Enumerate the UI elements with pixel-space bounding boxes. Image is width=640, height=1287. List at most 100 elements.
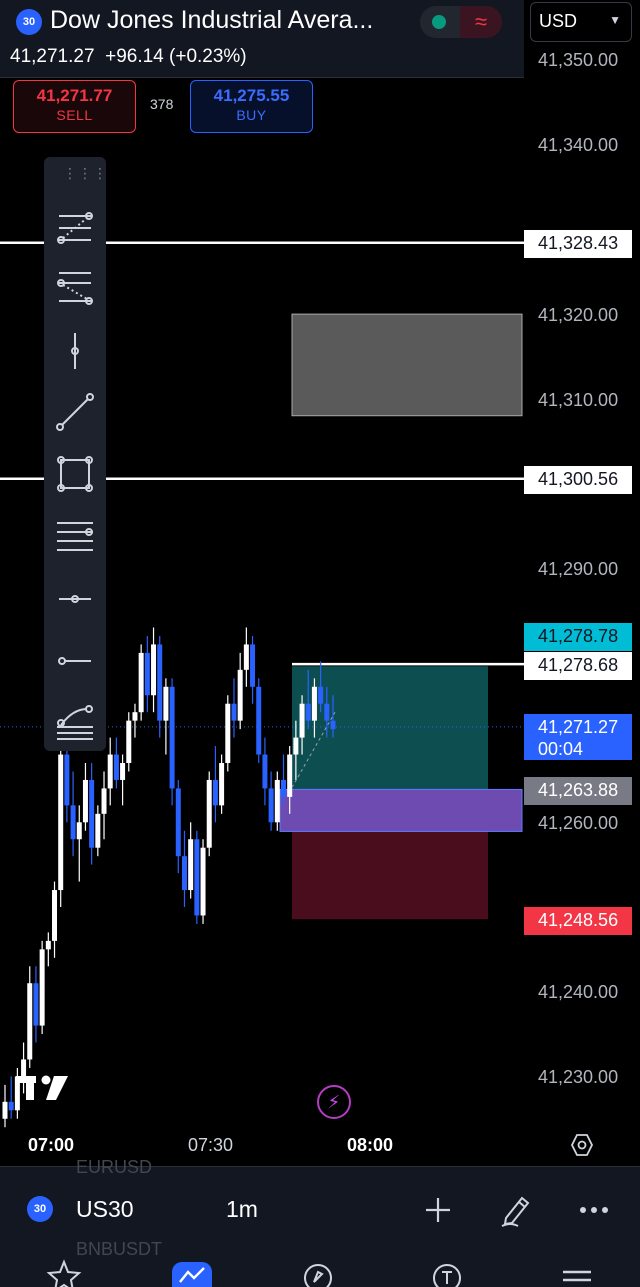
candle-body xyxy=(163,686,169,721)
drag-handle-icon[interactable]: ⋮⋮⋮ xyxy=(63,165,107,185)
entry-price-label[interactable]: 41,263.88 xyxy=(524,777,632,805)
candle-body xyxy=(107,754,113,789)
ray-icon[interactable] xyxy=(53,639,97,683)
candle-body xyxy=(274,779,280,823)
price-tick: 41,340.00 xyxy=(538,135,619,155)
sell-price: 41,271.77 xyxy=(36,86,113,105)
candle-body xyxy=(39,949,45,1026)
watchlist-star-icon[interactable] xyxy=(46,1258,82,1287)
chart-icon[interactable] xyxy=(174,1258,210,1287)
buy-price: 41,275.55 xyxy=(213,86,290,105)
trend-line-icon[interactable] xyxy=(53,390,97,434)
ideas-icon[interactable] xyxy=(429,1258,465,1287)
candle-body xyxy=(237,669,243,721)
market-status-pill[interactable]: ≈ xyxy=(420,6,502,38)
candle-body xyxy=(126,720,132,764)
candle-body xyxy=(225,703,231,764)
menu-icon[interactable] xyxy=(559,1258,595,1287)
candle-body xyxy=(45,940,51,950)
current-price-value: 41,271.27 xyxy=(538,717,619,737)
candle-body xyxy=(175,788,181,857)
parallel-channel-icon[interactable] xyxy=(53,515,97,559)
candle-body xyxy=(250,644,256,687)
candle-body xyxy=(89,779,95,848)
time-label: 07:30 xyxy=(188,1135,234,1155)
candle-body xyxy=(138,652,144,713)
price-tick: 41,310.00 xyxy=(538,390,619,410)
candle-body xyxy=(101,788,107,814)
symbol-title[interactable]: Dow Jones Industrial Avera... xyxy=(50,6,410,35)
target-price-label[interactable]: 41,278.78 xyxy=(524,623,632,651)
buy-label: BUY xyxy=(236,107,267,123)
candle-body xyxy=(157,644,163,721)
candle-body xyxy=(206,779,212,848)
data-delay-wave-icon: ≈ xyxy=(460,6,502,38)
rectangle-icon[interactable] xyxy=(53,452,97,496)
candle-body xyxy=(262,754,268,789)
hline-low-price-label[interactable]: 41,278.68 xyxy=(524,652,632,680)
explore-compass-icon[interactable] xyxy=(300,1258,336,1287)
tradingview-logo-icon xyxy=(16,1075,68,1100)
price-summary: 41,271.27 +96.14 (+0.23%) xyxy=(10,46,247,68)
candle-body xyxy=(311,686,317,721)
sell-label: SELL xyxy=(56,107,93,123)
candle-body xyxy=(318,686,324,704)
candle-body xyxy=(200,847,206,916)
candle-body xyxy=(33,983,39,1026)
sell-button[interactable]: 41,271.77 SELL xyxy=(13,80,136,133)
add-icon[interactable] xyxy=(420,1192,456,1228)
more-icon[interactable] xyxy=(576,1192,612,1228)
interval-selector[interactable]: 1m xyxy=(226,1196,258,1223)
candle-body xyxy=(330,720,336,730)
symbol-selector[interactable]: US30 xyxy=(76,1196,134,1223)
candle-body xyxy=(58,754,64,891)
candle-body xyxy=(280,779,286,797)
pen-icon[interactable] xyxy=(498,1192,534,1228)
price-tick: 41,320.00 xyxy=(538,305,619,325)
candle-body xyxy=(293,737,299,755)
candle-body xyxy=(27,983,33,1060)
candle-body xyxy=(212,779,218,806)
symbol-badge-bottom: 30 xyxy=(27,1196,53,1222)
currency-value: USD xyxy=(539,11,578,31)
lightning-icon[interactable]: ⚡ xyxy=(317,1085,351,1119)
pitchfork-icon[interactable] xyxy=(53,701,97,745)
drawing-toolbar: ⋮⋮⋮ xyxy=(44,157,107,751)
ghost-symbol-below: BNBUSDT xyxy=(76,1239,163,1259)
price-tick: 41,260.00 xyxy=(538,813,619,833)
fib-extension-icon[interactable] xyxy=(53,265,97,309)
candle-body xyxy=(95,813,101,848)
candle-body xyxy=(188,839,194,891)
stop-price-label[interactable]: 41,248.56 xyxy=(524,907,632,935)
candle-body xyxy=(299,703,305,738)
buy-button[interactable]: 41,275.55 BUY xyxy=(190,80,313,133)
candle-body xyxy=(52,890,58,941)
candle-body xyxy=(287,754,293,797)
candle-body xyxy=(76,822,82,840)
last-price: 41,271.27 xyxy=(10,46,95,67)
vertical-line-icon[interactable] xyxy=(53,329,97,373)
hline-mid-price-label[interactable]: 41,300.56 xyxy=(524,466,632,494)
symbol-header[interactable]: 30 Dow Jones Industrial Avera... ≈ 41,27… xyxy=(0,0,524,78)
chart-settings-icon[interactable] xyxy=(570,1133,594,1157)
currency-select[interactable]: USD ▼ xyxy=(530,2,632,42)
candle-body xyxy=(305,703,311,721)
bar-countdown: 00:04 xyxy=(538,739,584,759)
candle-body xyxy=(82,779,88,823)
horizontal-ray-icon[interactable] xyxy=(53,577,97,621)
time-label: 07:00 xyxy=(28,1135,75,1155)
market-open-dot-icon xyxy=(432,15,446,29)
candle-body xyxy=(181,856,187,891)
candle-body xyxy=(120,763,126,780)
rectangle-drawing xyxy=(291,313,523,417)
candle-body xyxy=(64,754,70,806)
fib-retracement-icon[interactable] xyxy=(53,208,97,252)
hline-top-price-label[interactable]: 41,328.43 xyxy=(524,230,632,258)
price-tick: 41,350.00 xyxy=(538,50,619,70)
candle-body xyxy=(194,839,200,916)
time-label: 08:00 xyxy=(347,1135,394,1155)
price-change: +96.14 (+0.23%) xyxy=(105,46,247,67)
entry-zone xyxy=(279,788,523,832)
current-price-label: 41,271.27 00:04 xyxy=(524,714,632,760)
price-tick: 41,230.00 xyxy=(538,1067,619,1087)
